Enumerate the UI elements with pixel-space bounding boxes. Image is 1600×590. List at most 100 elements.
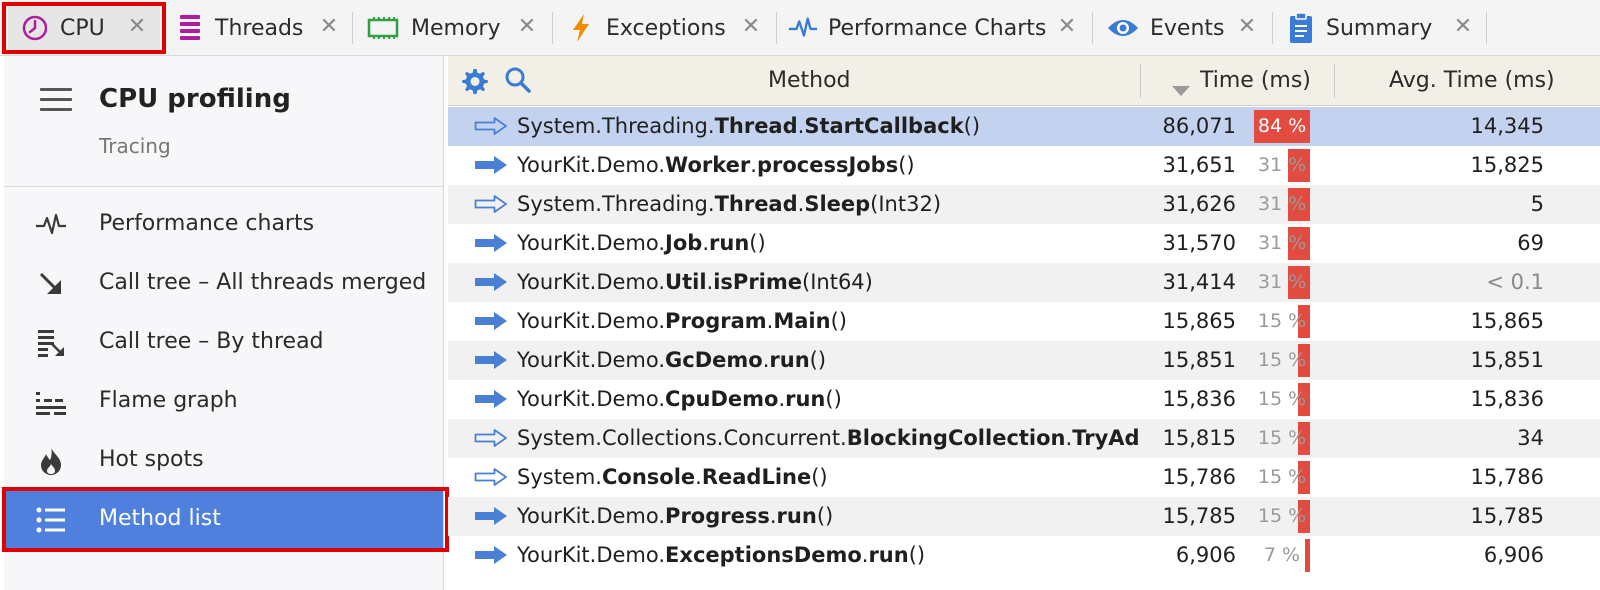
table-row[interactable]: System.Console.ReadLine() 15,786 15 % 15,78… [448,458,1600,497]
method-args: () [816,504,834,528]
close-icon[interactable]: ✕ [1236,16,1258,38]
panel-title: CPU profiling [99,84,291,114]
close-icon[interactable]: ✕ [1452,16,1474,38]
method-namespace: YourKit.Demo. [517,153,666,177]
close-icon[interactable]: ✕ [318,16,340,38]
method-namespace: YourKit.Demo. [517,387,666,411]
tab-events[interactable]: Events ✕ [1100,3,1270,53]
column-header-avg-time[interactable]: Avg. Time (ms) [1389,68,1555,93]
tab-label: Performance Charts [828,15,1047,41]
method-namespace: YourKit.Demo. [517,309,666,333]
arrow-right-outline-icon [474,428,508,448]
percent-label: 15 % [1257,310,1307,332]
divider [4,186,443,187]
time-value: 15,785 [1162,504,1236,528]
percent-label: 31 % [1258,232,1307,254]
close-icon[interactable]: ✕ [1056,16,1078,38]
table-row[interactable]: YourKit.Demo.Job.run() 31,570 31 % 69 [448,224,1600,263]
table-row[interactable]: System.Threading.Thread.Sleep(Int32) 31,6… [448,185,1600,224]
memory-chip-icon [365,13,401,43]
method-name: System.Threading.Thread.Sleep(Int32) [517,192,1140,216]
percent-bar: 15 % [1254,305,1310,338]
time-value: 6,906 [1175,543,1236,567]
tab-separator [352,12,353,44]
column-header-time[interactable]: Time (ms) [1200,68,1311,93]
percent-bar: 31 % [1254,149,1310,182]
method-class: ExceptionsDemo [665,543,862,567]
avg-time-value: 15,825 [1470,153,1544,177]
tab-cpu[interactable]: CPU ✕ [8,3,160,53]
close-icon[interactable]: ✕ [740,16,762,38]
arrow-right-filled-icon [474,155,508,175]
hamburger-menu-icon[interactable] [40,88,72,114]
time-value: 31,570 [1162,231,1236,255]
method-member: Sleep [804,192,871,216]
nav-item-flame-graph[interactable]: Flame graph [4,373,443,431]
method-member: run [785,387,826,411]
sort-descending-icon[interactable] [1172,77,1190,102]
tab-threads[interactable]: Threads ✕ [170,3,352,53]
percent-bar: 15 % [1254,422,1310,455]
list-icon [34,505,68,535]
tab-label: Events [1150,15,1225,41]
table-row[interactable]: YourKit.Demo.Program.Main() 15,865 15 % 15,… [448,302,1600,341]
method-args: () [749,231,766,255]
table-header: Method Time (ms) Avg. Time (ms) [448,56,1600,106]
tab-separator [1272,12,1273,44]
table-row[interactable]: YourKit.Demo.Util.isPrime(Int64) 31,414 31… [448,263,1600,302]
percent-bar: 31 % [1254,188,1310,221]
tab-bar: CPU ✕ Threads ✕ Memory ✕ Exceptions ✕ Pe… [0,0,1600,56]
avg-time-value: 6,906 [1483,543,1544,567]
search-icon[interactable] [504,66,532,100]
nav-item-method-list[interactable]: Method list [4,491,443,549]
method-namespace: YourKit.Demo. [517,543,666,567]
table-row[interactable]: System.Threading.Thread.StartCallback() 8… [448,107,1600,146]
method-args: () [825,387,842,411]
method-class: Thread [714,192,798,216]
method-class: Job [665,231,703,255]
settings-gear-icon[interactable] [460,67,488,101]
nav-item-call-tree-by-thread[interactable]: Call tree – By thread [4,314,443,372]
method-name: YourKit.Demo.Util.isPrime(Int64) [517,270,1140,294]
nav-item-hot-spots[interactable]: Hot spots [4,432,443,490]
method-member: run [776,504,817,528]
table-row[interactable]: YourKit.Demo.CpuDemo.run() 15,836 15 % 15,8… [448,380,1600,419]
column-header-method[interactable]: Method [768,68,851,93]
tab-memory[interactable]: Memory ✕ [360,3,550,53]
nav-item-label: Method list [99,506,221,531]
arrow-right-filled-icon [474,506,508,526]
nav-item-performance-charts[interactable]: Performance charts [4,196,443,254]
table-row[interactable]: YourKit.Demo.GcDemo.run() 15,851 15 % 15,85… [448,341,1600,380]
tab-separator [776,12,777,44]
method-name: YourKit.Demo.Worker.processJobs() [517,153,1140,177]
column-separator[interactable] [1140,64,1141,98]
table-row[interactable]: YourKit.Demo.Worker.processJobs() 31,651 3… [448,146,1600,185]
avg-time-value: < 0.1 [1486,270,1544,294]
tab-summary[interactable]: Summary ✕ [1280,3,1486,53]
time-value: 15,786 [1162,465,1236,489]
method-args: () [963,114,981,138]
tab-exceptions[interactable]: Exceptions ✕ [560,3,774,53]
lightning-icon [566,13,596,43]
table-row[interactable]: YourKit.Demo.Progress.run() 15,785 15 % 15,… [448,497,1600,536]
tab-label: Summary [1326,15,1433,41]
method-args: () [898,153,915,177]
tab-performance-charts[interactable]: Performance Charts ✕ [784,3,1090,53]
percent-bar: 31 % [1254,227,1310,260]
percent-bar: 84 % [1254,110,1310,143]
method-name: YourKit.Demo.ExceptionsDemo.run() [517,543,1140,567]
close-icon[interactable]: ✕ [126,16,148,38]
close-icon[interactable]: ✕ [516,16,538,38]
method-args: () [809,348,827,372]
arrow-right-filled-icon [474,389,508,409]
nav-item-label: Call tree – All threads merged [99,270,427,295]
clipboard-icon [1286,12,1316,43]
table-row[interactable]: System.Collections.Concurrent.BlockingCo… [448,419,1600,458]
column-separator[interactable] [1334,64,1335,98]
method-class: Worker [665,153,751,177]
time-value: 31,626 [1162,192,1236,216]
nav-item-call-tree-merged[interactable]: Call tree – All threads merged [4,255,443,313]
table-row[interactable]: YourKit.Demo.ExceptionsDemo.run() 6,906 7 … [448,536,1600,575]
percent-label: 31 % [1258,271,1307,293]
method-member: run [709,231,750,255]
